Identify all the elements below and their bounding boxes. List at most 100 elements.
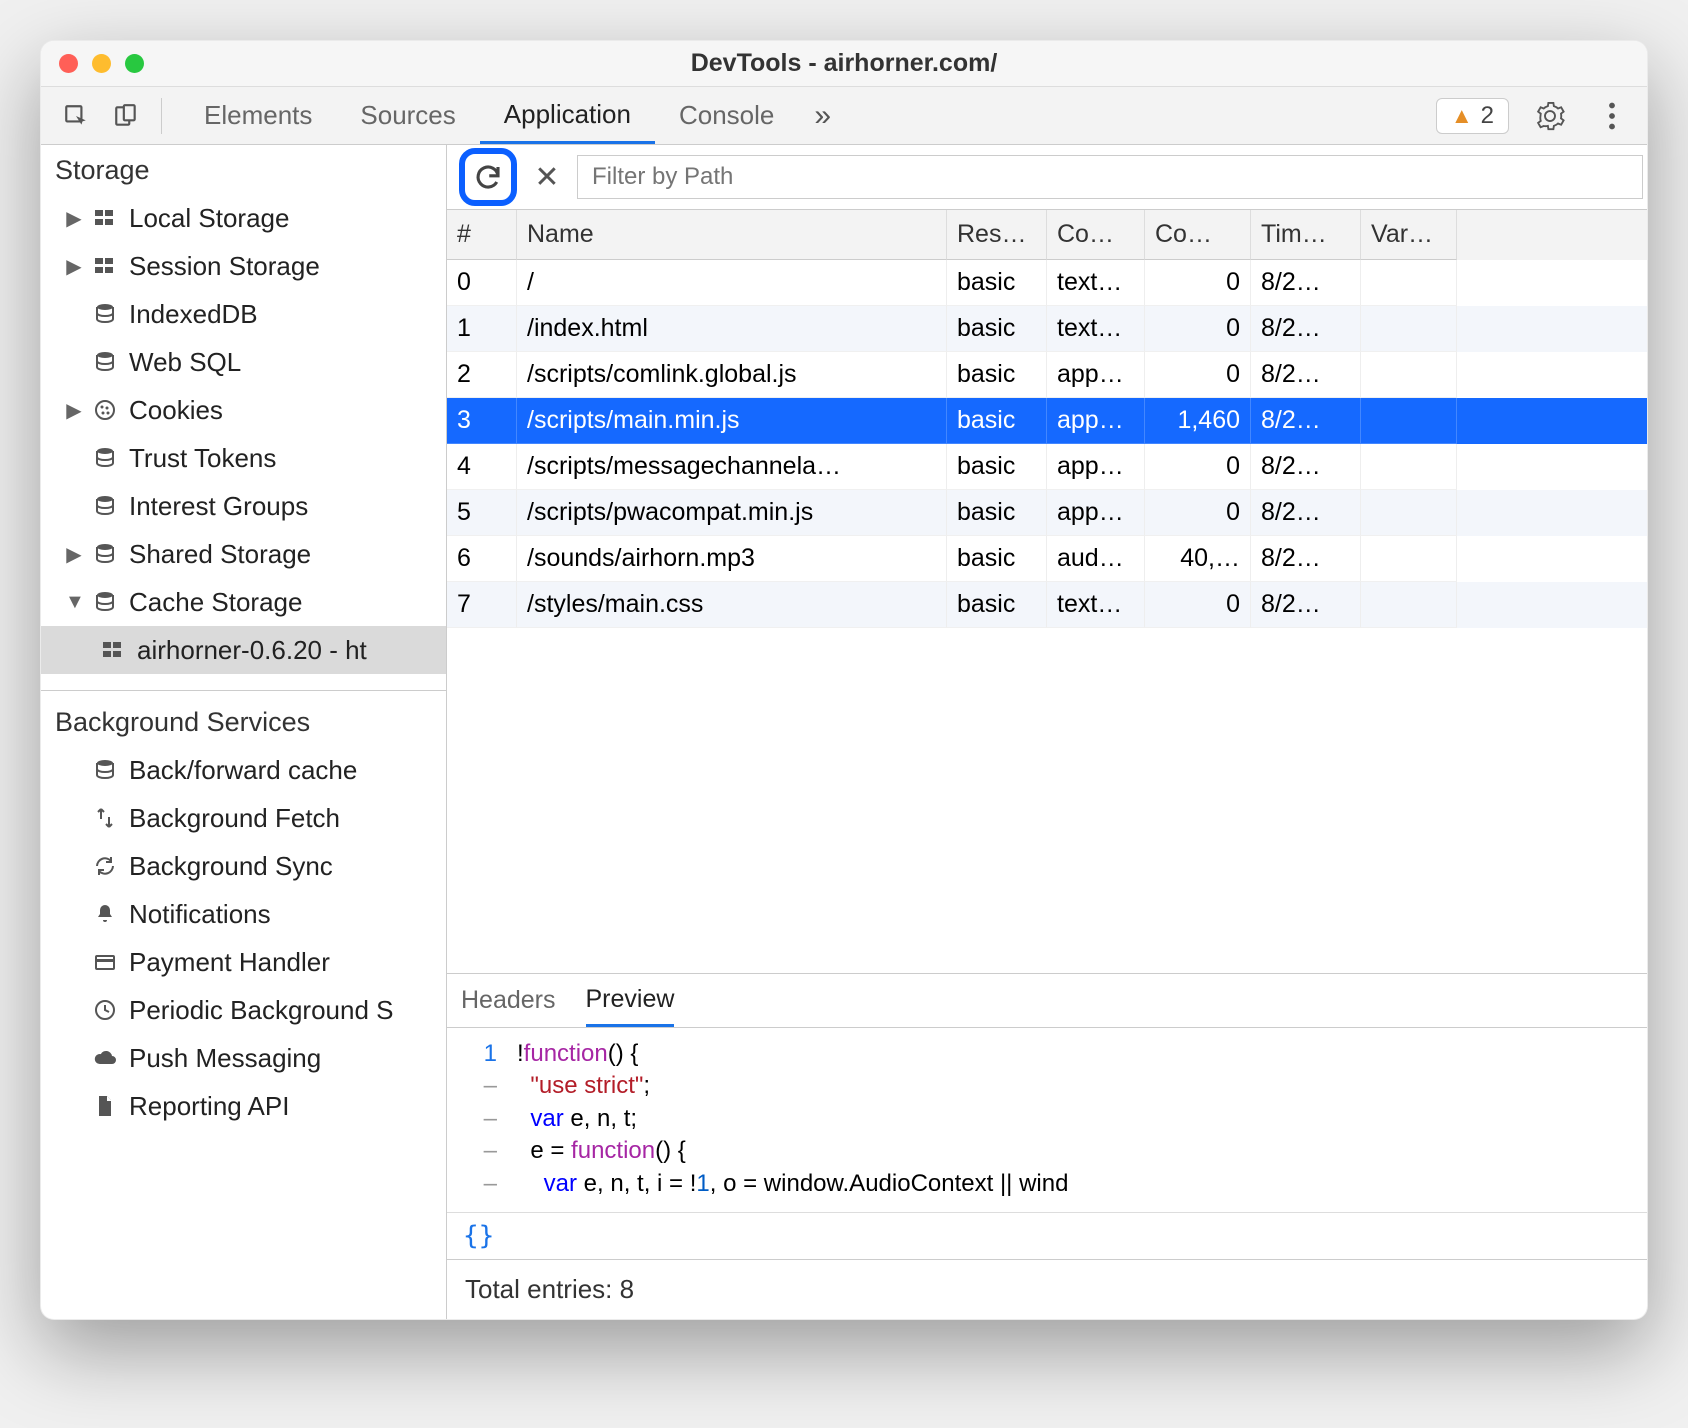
cell-vary — [1361, 398, 1457, 444]
sidebar-item-shared-storage[interactable]: ▶Shared Storage — [41, 530, 446, 578]
window-title: DevTools - airhorner.com/ — [691, 49, 998, 78]
sidebar-item-periodic-background-s[interactable]: ▶Periodic Background S — [41, 986, 446, 1034]
code-preview: 1!function() { – "use strict"; – var e, … — [447, 1028, 1647, 1212]
cell-name: /scripts/comlink.global.js — [517, 352, 947, 398]
cell-time: 8/2… — [1251, 306, 1361, 352]
sidebar-item-background-fetch[interactable]: ▶Background Fetch — [41, 794, 446, 842]
sidebar-item-indexeddb[interactable]: ▶IndexedDB — [41, 290, 446, 338]
sidebar-item-payment-handler[interactable]: ▶Payment Handler — [41, 938, 446, 986]
sidebar-item-local-storage[interactable]: ▶Local Storage — [41, 194, 446, 242]
table-row[interactable]: 7/styles/main.cssbasictext…08/2… — [447, 582, 1647, 628]
sidebar-item-session-storage[interactable]: ▶Session Storage — [41, 242, 446, 290]
main-toolbar: Elements Sources Application Console » ▲… — [41, 87, 1647, 145]
cell-content-length: 0 — [1145, 582, 1251, 628]
inspect-element-icon[interactable] — [55, 95, 97, 137]
sidebar-item-web-sql[interactable]: ▶Web SQL — [41, 338, 446, 386]
application-sidebar: Storage ▶Local Storage▶Session Storage▶I… — [41, 145, 447, 1319]
cell-name: /sounds/airhorn.mp3 — [517, 536, 947, 582]
sidebar-item-label: Notifications — [129, 899, 271, 930]
sidebar-item-notifications[interactable]: ▶Notifications — [41, 890, 446, 938]
detail-tab-preview[interactable]: Preview — [586, 974, 675, 1027]
clock-icon — [93, 998, 119, 1022]
sidebar-item-back-forward-cache[interactable]: ▶Back/forward cache — [41, 746, 446, 794]
issues-badge[interactable]: ▲ 2 — [1436, 98, 1509, 134]
table-row[interactable]: 4/scripts/messagechannela…basicapp…08/2… — [447, 444, 1647, 490]
settings-gear-icon[interactable] — [1529, 95, 1571, 137]
clear-filter-icon[interactable]: ✕ — [525, 155, 569, 199]
minimize-window-icon[interactable] — [92, 54, 111, 73]
cell-time: 8/2… — [1251, 536, 1361, 582]
sidebar-item-cache-storage[interactable]: ▼Cache Storage — [41, 578, 446, 626]
detail-tab-headers[interactable]: Headers — [461, 974, 556, 1027]
sidebar-item-cookies[interactable]: ▶ Cookies — [41, 386, 446, 434]
code-footer: {} — [447, 1212, 1647, 1259]
cell-content-length: 0 — [1145, 352, 1251, 398]
db-icon — [93, 350, 119, 374]
issues-count: 2 — [1481, 102, 1494, 130]
cell-time: 8/2… — [1251, 582, 1361, 628]
sidebar-item-push-messaging[interactable]: ▶Push Messaging — [41, 1034, 446, 1082]
filter-input[interactable] — [592, 163, 1628, 191]
tab-sources[interactable]: Sources — [336, 87, 479, 144]
table-row[interactable]: 3/scripts/main.min.jsbasicapp…1,4608/2… — [447, 398, 1647, 444]
sidebar-item-reporting-api[interactable]: ▶Reporting API — [41, 1082, 446, 1130]
sidebar-item-label: Periodic Background S — [129, 995, 393, 1026]
cell-content-type: app… — [1047, 352, 1145, 398]
titlebar: DevTools - airhorner.com/ — [41, 41, 1647, 87]
more-tabs-icon[interactable]: » — [798, 87, 847, 144]
cell-name: / — [517, 260, 947, 306]
tab-elements[interactable]: Elements — [180, 87, 336, 144]
sidebar-item-label: airhorner-0.6.20 - ht — [137, 635, 367, 666]
card-icon — [93, 950, 119, 974]
col-index[interactable]: # — [447, 210, 517, 260]
cell-content-type: app… — [1047, 490, 1145, 536]
disclosure-arrow-icon: ▼ — [65, 591, 83, 614]
sidebar-item-label: Back/forward cache — [129, 755, 357, 786]
kebab-menu-icon[interactable] — [1591, 95, 1633, 137]
col-content-len[interactable]: Co… — [1145, 210, 1251, 260]
col-response[interactable]: Res… — [947, 210, 1047, 260]
sidebar-item-label: IndexedDB — [129, 299, 258, 330]
sidebar-item-background-sync[interactable]: ▶Background Sync — [41, 842, 446, 890]
sidebar-item-label: Cookies — [129, 395, 223, 426]
disclosure-arrow-icon: ▶ — [65, 398, 83, 423]
bell-icon — [93, 902, 119, 926]
table-row[interactable]: 0/basictext…08/2… — [447, 260, 1647, 306]
cell-vary — [1361, 352, 1457, 398]
col-vary[interactable]: Var… — [1361, 210, 1457, 260]
cell-content-type: text… — [1047, 582, 1145, 628]
sidebar-item-label: Web SQL — [129, 347, 241, 378]
tab-console[interactable]: Console — [655, 87, 798, 144]
sidebar-item-interest-groups[interactable]: ▶Interest Groups — [41, 482, 446, 530]
cell-index: 0 — [447, 260, 517, 306]
sync-icon — [93, 854, 119, 878]
filter-field[interactable] — [577, 155, 1643, 199]
cookie-icon — [93, 398, 119, 422]
sidebar-item-label: Shared Storage — [129, 539, 311, 570]
cell-response: basic — [947, 398, 1047, 444]
bg-services-section-label: Background Services — [41, 697, 446, 746]
cell-vary — [1361, 582, 1457, 628]
table-row[interactable]: 5/scripts/pwacompat.min.jsbasicapp…08/2… — [447, 490, 1647, 536]
refresh-button[interactable] — [459, 148, 517, 206]
table-row[interactable]: 2/scripts/comlink.global.jsbasicapp…08/2… — [447, 352, 1647, 398]
close-window-icon[interactable] — [59, 54, 78, 73]
cell-response: basic — [947, 352, 1047, 398]
col-content-type[interactable]: Co… — [1047, 210, 1145, 260]
cell-index: 5 — [447, 490, 517, 536]
table-row[interactable]: 6/sounds/airhorn.mp3basicaud…40,…8/2… — [447, 536, 1647, 582]
sidebar-item-label: Interest Groups — [129, 491, 308, 522]
device-toggle-icon[interactable] — [105, 95, 147, 137]
table-row[interactable]: 1/index.htmlbasictext…08/2… — [447, 306, 1647, 352]
cell-name: /scripts/messagechannela… — [517, 444, 947, 490]
sidebar-item-label: Local Storage — [129, 203, 289, 234]
cell-response: basic — [947, 582, 1047, 628]
cell-response: basic — [947, 306, 1047, 352]
sidebar-item-cache-entry[interactable]: airhorner-0.6.20 - ht — [41, 626, 446, 674]
col-time[interactable]: Tim… — [1251, 210, 1361, 260]
zoom-window-icon[interactable] — [125, 54, 144, 73]
cell-response: basic — [947, 490, 1047, 536]
tab-application[interactable]: Application — [480, 87, 655, 144]
sidebar-item-trust-tokens[interactable]: ▶Trust Tokens — [41, 434, 446, 482]
col-name[interactable]: Name — [517, 210, 947, 260]
